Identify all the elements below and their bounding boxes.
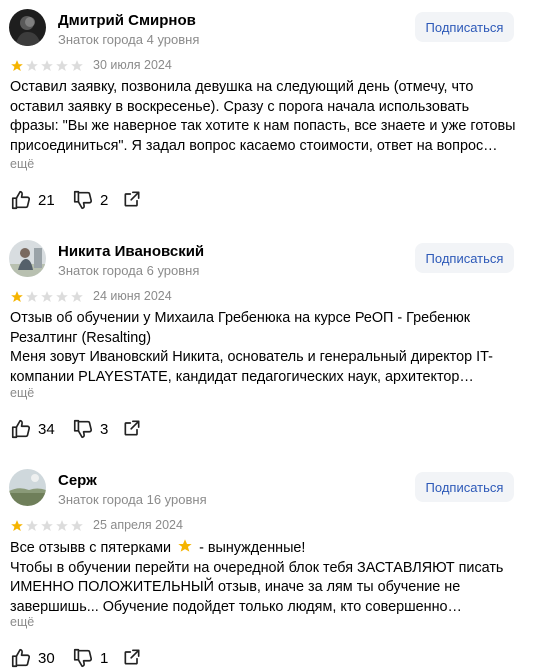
author-name[interactable]: Дмитрий Смирнов — [58, 12, 196, 29]
star-icon — [11, 520, 23, 531]
review-card: Дмитрий Смирнов Знаток города 4 уровня П… — [0, 9, 541, 211]
dislike-count: 2 — [100, 191, 109, 209]
review-line: Чтобы в обучении перейти на очередной бл… — [10, 559, 504, 576]
star-icon — [11, 60, 23, 71]
review-line: Все отзывв с пятерками - вынужденные! — [10, 538, 530, 559]
star-icon — [26, 291, 38, 302]
star-icon — [71, 520, 83, 531]
review-line-part: Все отзывв с пятерками — [10, 540, 172, 556]
more-link[interactable]: ещё — [10, 386, 34, 400]
avatar[interactable] — [9, 469, 46, 506]
review-line: присоединиться". Я задал вопрос касаемо … — [10, 137, 498, 154]
dislike-button[interactable]: 1 — [72, 647, 108, 669]
rating-stars — [10, 59, 84, 73]
avatar[interactable] — [9, 9, 46, 46]
subscribe-button[interactable]: Подписаться — [415, 243, 514, 273]
like-icon — [11, 419, 31, 439]
review-date: 30 июля 2024 — [93, 58, 172, 72]
rating-stars — [10, 290, 84, 304]
review-date: 25 апреля 2024 — [93, 518, 183, 532]
share-button[interactable] — [122, 189, 142, 209]
dislike-icon — [73, 190, 93, 210]
review-text: Оставил заявку, позвонила девушка на сле… — [10, 78, 530, 156]
share-icon — [124, 420, 140, 436]
star-icon — [41, 60, 53, 71]
star-icon — [26, 60, 38, 71]
share-button[interactable] — [122, 418, 142, 438]
star-icon — [41, 291, 53, 302]
review-card: Серж Знаток города 16 уровня Подписаться… — [0, 469, 541, 669]
review-line: оставил заявку в воскресенье). Сразу с п… — [10, 98, 470, 115]
dislike-button[interactable]: 3 — [72, 418, 108, 440]
review-line: Резалтинг (Resalting) — [10, 329, 152, 346]
rating-stars — [10, 519, 84, 533]
star-icon — [71, 291, 83, 302]
review-date: 24 июня 2024 — [93, 289, 172, 303]
like-icon — [11, 648, 31, 668]
star-icon — [41, 520, 53, 531]
star-icon — [56, 60, 68, 71]
like-button[interactable]: 21 — [10, 189, 55, 211]
review-line: завершишь... Обучение подойдет только лю… — [10, 598, 462, 615]
author-name[interactable]: Никита Ивановский — [58, 243, 204, 260]
star-icon — [71, 60, 83, 71]
share-button[interactable] — [122, 647, 142, 667]
review-line: Меня зовут Ивановский Никита, основатель… — [10, 349, 493, 365]
avatar[interactable] — [9, 240, 46, 277]
dislike-count: 1 — [100, 649, 109, 667]
share-icon — [124, 191, 140, 207]
like-button[interactable]: 34 — [10, 418, 55, 440]
review-line-part: - вынужденные! — [199, 540, 306, 556]
review-line: Оставил заявку, позвонила девушка на сле… — [10, 79, 474, 95]
author-level: Знаток города 16 уровня — [58, 492, 207, 507]
author-level: Знаток города 6 уровня — [58, 263, 200, 278]
dislike-button[interactable]: 2 — [72, 189, 108, 211]
like-button[interactable]: 30 — [10, 647, 55, 669]
like-count: 30 — [38, 649, 55, 667]
review-line: ИМЕННО ПОЛОЖИТЕЛЬНЫЙ отзыв, иначе за лям… — [10, 579, 461, 595]
like-count: 34 — [38, 420, 55, 438]
star-emoji-icon — [178, 539, 192, 552]
dislike-icon — [73, 648, 93, 668]
star-icon — [26, 520, 38, 531]
more-link[interactable]: ещё — [10, 615, 34, 629]
dislike-icon — [73, 419, 93, 439]
star-icon — [11, 291, 23, 302]
subscribe-button[interactable]: Подписаться — [415, 12, 514, 42]
review-line: фразы: "Вы же наверное так хотите к нам … — [10, 118, 516, 134]
like-count: 21 — [38, 191, 55, 209]
review-text: Все отзывв с пятерками - вынужденные! Чт… — [10, 538, 530, 617]
subscribe-button[interactable]: Подписаться — [415, 472, 514, 502]
more-link[interactable]: ещё — [10, 157, 34, 171]
author-level: Знаток города 4 уровня — [58, 32, 200, 47]
dislike-count: 3 — [100, 420, 109, 438]
like-icon — [11, 190, 31, 210]
review-line: компании PLAYESTATE, кандидат педагогиче… — [10, 368, 474, 385]
review-line: Отзыв об обучении у Михаила Гребенюка на… — [10, 310, 471, 326]
author-name[interactable]: Серж — [58, 472, 97, 489]
star-icon — [56, 520, 68, 531]
star-icon — [56, 291, 68, 302]
review-text: Отзыв об обучении у Михаила Гребенюка на… — [10, 309, 530, 387]
share-icon — [124, 649, 140, 665]
review-card: Никита Ивановский Знаток города 6 уровня… — [0, 240, 541, 440]
